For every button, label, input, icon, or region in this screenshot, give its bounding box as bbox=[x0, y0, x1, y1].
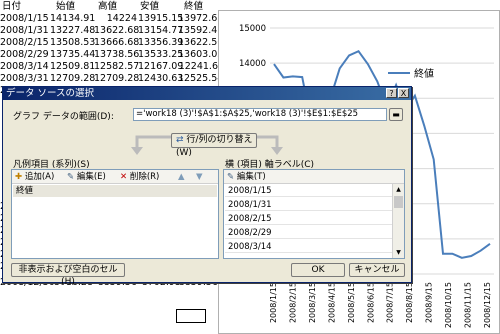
range-label: グラフ データの範囲(D): bbox=[13, 112, 114, 122]
edit-icon: ✎ bbox=[227, 172, 235, 182]
x-tick-label: 2008/4/15 bbox=[327, 282, 336, 323]
y-tick-label: 14000 bbox=[239, 59, 266, 69]
ok-button[interactable]: OK bbox=[291, 263, 345, 277]
switch-row-column-button[interactable]: ⇄ 行/列の切り替え(W) bbox=[171, 133, 257, 158]
x-tick-label: 2008/1/15 bbox=[269, 282, 278, 323]
y-tick-label: 15000 bbox=[239, 24, 266, 34]
x-tick-label: 2008/7/15 bbox=[386, 282, 395, 323]
arrow-left-head-icon bbox=[131, 147, 143, 155]
move-down-icon[interactable]: ▼ bbox=[196, 171, 203, 183]
hidden-empty-cells-button[interactable]: 非表示および空白のセル(H) bbox=[11, 263, 125, 287]
axis-scrollbar[interactable]: ▲ ▼ bbox=[392, 184, 404, 258]
x-tick-label: 2008/5/15 bbox=[347, 282, 356, 323]
edit-axis-button[interactable]: ✎ 編集(T) bbox=[227, 171, 266, 183]
scroll-thumb[interactable] bbox=[394, 196, 403, 208]
axis-list-item[interactable]: 2008/1/31 bbox=[225, 199, 392, 211]
x-tick-label: 2008/9/15 bbox=[425, 282, 434, 323]
scroll-down-icon[interactable]: ▼ bbox=[394, 248, 403, 257]
delete-icon: ✕ bbox=[120, 172, 128, 182]
axis-list-item[interactable]: 2008/1/15 bbox=[225, 185, 392, 197]
edit-label: 編集(E) bbox=[76, 172, 106, 182]
range-collapse-button[interactable]: ▬ bbox=[389, 108, 403, 121]
cancel-button[interactable]: キャンセル bbox=[349, 263, 405, 277]
delete-series-button[interactable]: ✕ 削除(R) bbox=[120, 171, 159, 183]
help-button[interactable]: ? bbox=[386, 88, 397, 98]
axis-labels-panel[interactable]: ✎ 編集(T) 2008/1/15 2008/1/31 2008/2/15 2008/… bbox=[223, 169, 405, 259]
active-cell[interactable] bbox=[176, 309, 206, 323]
axis-list-item[interactable]: 2008/2/15 bbox=[225, 213, 392, 225]
x-tick-label: 2008/12/15 bbox=[483, 282, 492, 328]
data-range-input[interactable]: ='work18 (3)'!$A$1:$A$25,'work18 (3)'!$E… bbox=[133, 108, 387, 121]
x-tick-label: 2008/2/15 bbox=[288, 282, 297, 323]
x-tick-label: 2008/11/15 bbox=[464, 282, 473, 328]
add-series-button[interactable]: ✚ 追加(A) bbox=[15, 171, 54, 183]
x-tick-label: 2008/8/15 bbox=[405, 282, 414, 323]
switch-icon: ⇄ bbox=[176, 135, 184, 145]
x-tick-label: 2008/10/15 bbox=[444, 282, 453, 328]
select-data-source-dialog[interactable]: データ ソースの選択 ? X グラフ データの範囲(D): ='work18 (… bbox=[2, 86, 412, 287]
move-up-icon[interactable]: ▲ bbox=[178, 171, 185, 183]
series-panel[interactable]: ✚ 追加(A) ✎ 編集(E) ✕ 削除(R) ▲ ▼ 終値 bbox=[11, 169, 219, 259]
dialog-title: データ ソースの選択 bbox=[6, 88, 95, 99]
series-list-item[interactable]: 終値 bbox=[13, 185, 217, 197]
edit-icon: ✎ bbox=[67, 172, 75, 182]
add-icon: ✚ bbox=[15, 172, 23, 182]
legend-label: 終値 bbox=[414, 67, 434, 80]
x-tick-label: 2008/3/15 bbox=[308, 282, 317, 323]
add-label: 追加(A) bbox=[24, 172, 55, 182]
scroll-up-icon[interactable]: ▲ bbox=[394, 185, 403, 194]
arrow-right-head-icon bbox=[271, 147, 283, 155]
x-tick-label: 2008/6/15 bbox=[366, 282, 375, 323]
axis-edit-label: 編集(T) bbox=[236, 172, 266, 182]
axis-list-item[interactable]: 2008/3/14 bbox=[225, 241, 392, 253]
edit-series-button[interactable]: ✎ 編集(E) bbox=[67, 171, 106, 183]
close-button[interactable]: X bbox=[398, 88, 409, 98]
collapse-icon: ▬ bbox=[392, 110, 400, 119]
dialog-titlebar[interactable]: データ ソースの選択 ? X bbox=[3, 87, 411, 100]
delete-label: 削除(R) bbox=[129, 172, 160, 182]
axis-list-item[interactable]: 2008/2/29 bbox=[225, 227, 392, 239]
